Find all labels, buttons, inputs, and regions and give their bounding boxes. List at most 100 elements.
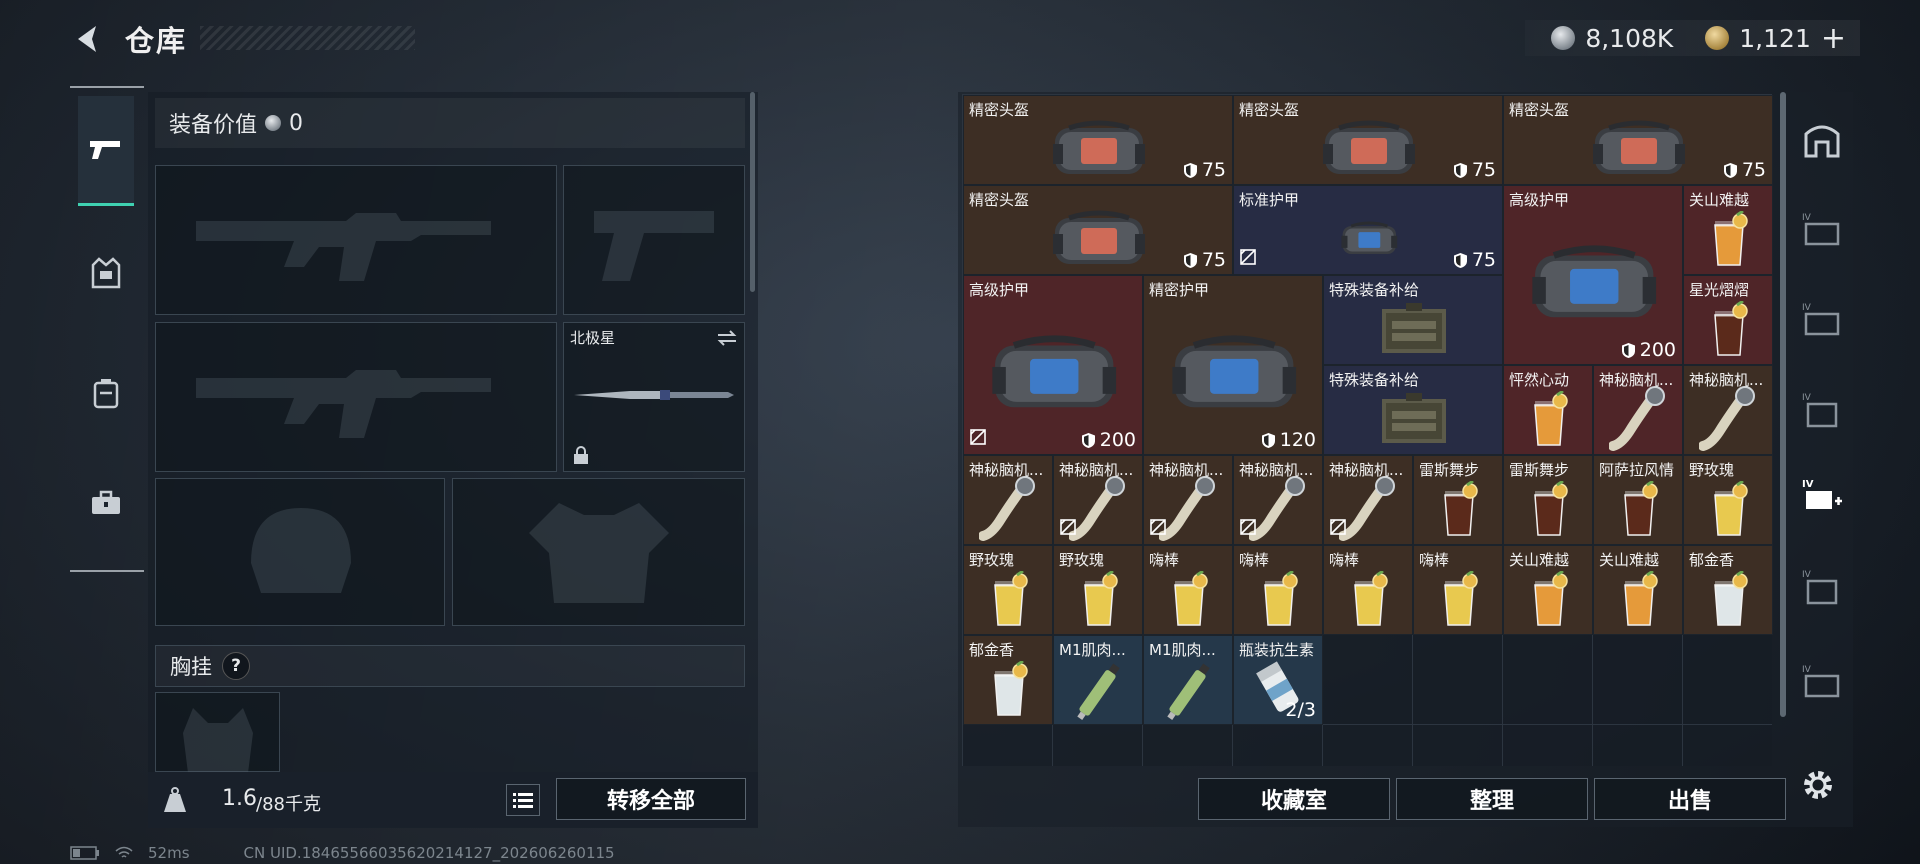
gold-add-button[interactable]: + [1821,21,1846,56]
durability-icon [1723,162,1737,178]
inventory-item[interactable]: 野玫瑰 [1053,545,1143,635]
inventory-item[interactable]: 阿萨拉风情 [1593,455,1683,545]
damaged-icon [970,429,986,445]
pistol-slot[interactable] [563,165,745,315]
inventory-item[interactable]: 野玫瑰 [1683,455,1773,545]
safe-box-icon[interactable] [1802,120,1842,160]
container-iv-3-icon[interactable]: IV [1802,390,1842,430]
inventory-item[interactable]: 神秘脑机... [963,455,1053,545]
inventory-item[interactable]: 特殊装备补给 [1323,275,1503,365]
inventory-item[interactable]: 神秘脑机... [1233,455,1323,545]
primary-weapon-slot[interactable] [155,165,557,315]
inventory-item[interactable]: 关山难越 [1593,545,1683,635]
item-durability: 200 [1621,339,1676,361]
back-arrow-icon[interactable] [70,22,104,56]
inventory-item[interactable]: 特殊装备补给 [1323,365,1503,455]
durability-icon [1081,432,1095,448]
organize-button[interactable]: 整理 [1396,778,1588,820]
item-name: 野玫瑰 [969,551,1015,569]
item-image [1324,382,1502,454]
weight-max: /88千克 [256,794,321,815]
tab-backpack[interactable] [78,338,134,448]
add-container-icon[interactable]: IV [1802,477,1842,517]
tab-weapon[interactable] [78,96,134,206]
item-name: 嗨棒 [1149,551,1180,569]
inventory-item[interactable]: 高级护甲 200 [963,275,1143,455]
item-name: 精密头盔 [969,191,1030,209]
container-iv-2-icon[interactable]: IV [1802,300,1842,340]
weight-current: 1.6 [222,786,257,811]
inventory-item[interactable]: 高级护甲 200 [1503,185,1683,365]
tab-armor[interactable] [78,218,134,328]
armor-slot[interactable] [452,478,745,626]
help-button[interactable]: ? [222,652,250,680]
durability-value: 120 [1279,429,1316,451]
inventory-item[interactable]: 神秘脑机... [1593,365,1683,455]
settings-gear-icon[interactable] [1798,765,1838,805]
item-name: 雷斯舞步 [1509,461,1570,479]
list-icon [513,793,533,808]
equipment-scrollbar[interactable] [750,92,755,292]
damaged-icon [1240,519,1256,535]
damaged-badge [1150,519,1166,539]
inventory-item[interactable]: 精密头盔 75 [1503,95,1773,185]
collection-room-button[interactable]: 收藏室 [1198,778,1390,820]
inventory-item[interactable]: 嗨棒 [1233,545,1323,635]
inventory-item[interactable]: 雷斯舞步 [1503,455,1593,545]
inventory-item[interactable]: 嗨棒 [1143,545,1233,635]
helmet-slot[interactable] [155,478,445,626]
item-name: 怦然心动 [1509,371,1570,389]
armor-silhouette-icon [529,503,669,603]
inventory-item[interactable]: 精密头盔 75 [1233,95,1503,185]
inventory-item[interactable]: 野玫瑰 [963,545,1053,635]
inventory-item[interactable]: 精密头盔 75 [963,95,1233,185]
item-image [1594,382,1682,454]
inventory-item[interactable]: 关山难越 [1503,545,1593,635]
ping: 52ms [148,844,190,862]
swap-icon[interactable] [716,329,738,347]
transfer-all-button[interactable]: 转移全部 [556,778,746,820]
inventory-item[interactable]: 神秘脑机... [1143,455,1233,545]
chest-rig-slot[interactable] [155,692,280,773]
inventory-item[interactable]: M1肌肉... [1143,635,1233,725]
inventory-item[interactable]: 神秘脑机... [1683,365,1773,455]
inventory-item[interactable]: 郁金香 [1683,545,1773,635]
inventory-item[interactable]: 嗨棒 [1413,545,1503,635]
inventory-item[interactable]: 精密护甲 120 [1143,275,1323,455]
inventory-item[interactable]: 精密头盔 75 [963,185,1233,275]
currency-bar[interactable]: 8,108K 1,121 + [1525,20,1860,56]
list-view-button[interactable] [506,784,540,816]
tab-case[interactable] [78,448,134,558]
container-iv-1-icon[interactable]: IV [1802,210,1842,250]
inventory-item[interactable]: 关山难越 [1683,185,1773,275]
secondary-weapon-slot[interactable] [155,322,557,472]
container-iv-5-icon[interactable]: IV [1802,662,1842,702]
sell-button[interactable]: 出售 [1594,778,1786,820]
inventory-item[interactable]: 瓶装抗生素 2/3 [1233,635,1323,725]
inventory-item[interactable]: 嗨棒 [1323,545,1413,635]
inventory-item[interactable]: M1肌肉... [1053,635,1143,725]
item-durability: 75 [1183,159,1226,181]
damaged-badge [1240,249,1256,269]
inventory-item[interactable]: 标准护甲 75 [1233,185,1503,275]
item-name: 神秘脑机... [1329,461,1404,479]
item-image [1684,202,1772,274]
melee-name: 北极星 [570,329,616,347]
inventory-item[interactable]: 怦然心动 [1503,365,1593,455]
inventory-item[interactable]: 星光熠熠 [1683,275,1773,365]
item-name: 精密头盔 [1509,101,1570,119]
inventory-item[interactable]: 神秘脑机... [1323,455,1413,545]
status-bar: 52ms CN UID.18465566035620214127_2026062… [70,844,615,862]
damaged-icon [1330,519,1346,535]
item-name: 高级护甲 [1509,191,1570,209]
item-image [1054,562,1142,634]
durability-value: 75 [1201,159,1226,181]
item-image [1234,562,1322,634]
item-name: 野玫瑰 [1689,461,1735,479]
melee-slot[interactable]: 北极星 [563,322,745,472]
inventory-item[interactable]: 雷斯舞步 [1413,455,1503,545]
inventory-scrollbar[interactable] [1780,92,1786,717]
inventory-item[interactable]: 神秘脑机... [1053,455,1143,545]
inventory-item[interactable]: 郁金香 [963,635,1053,725]
container-iv-4-icon[interactable]: IV [1802,567,1842,607]
